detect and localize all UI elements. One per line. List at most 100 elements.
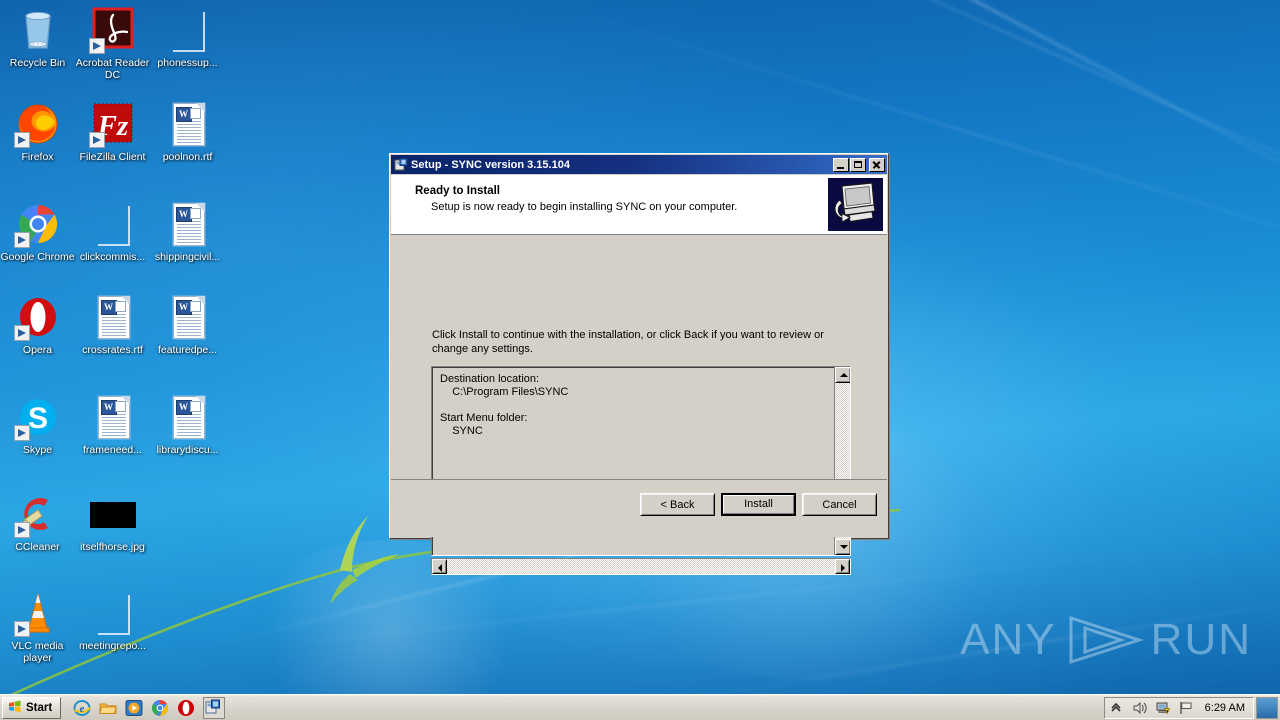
desktop-icon-label: Opera: [22, 344, 53, 356]
flag-icon[interactable]: [1178, 700, 1194, 716]
desktop-icon-glyph: [89, 589, 137, 637]
network-warning-icon[interactable]: [1155, 700, 1171, 716]
scroll-left-button[interactable]: [432, 559, 447, 574]
shortcut-overlay-icon: [13, 425, 30, 441]
word-document-icon: W: [89, 293, 137, 341]
shortcut-overlay-icon: [13, 132, 30, 148]
desktop-icon-label: librarydiscu...: [156, 444, 219, 456]
scroll-down-button[interactable]: [835, 539, 850, 555]
desktop-icon-grid[interactable]: Recycle Bin Acrobat Reader DC phonessup...…: [0, 0, 230, 690]
desktop-icon-glyph: [13, 293, 62, 341]
desktop-icon-label: CCleaner: [15, 541, 60, 553]
desktop-icon-glyph: W: [164, 100, 212, 148]
desktop-icon-acrobat-reader-dc[interactable]: Acrobat Reader DC: [75, 6, 150, 81]
desktop-icon-phonessup[interactable]: phonessup...: [150, 6, 225, 69]
desktop-icon-glyph: [13, 200, 62, 248]
desktop-icon-clickcommis[interactable]: clickcommis...: [75, 200, 150, 263]
desktop-icon-glyph: [13, 490, 62, 538]
desktop-icon-featuredpe[interactable]: Wfeaturedpe...: [150, 293, 225, 356]
cancel-button[interactable]: Cancel: [802, 493, 877, 516]
horizontal-scrollbar[interactable]: [431, 558, 851, 575]
footer-divider: [391, 479, 887, 480]
anyrun-watermark: ANY RUN: [960, 612, 1252, 668]
desktop-icon-label: phonessup...: [157, 57, 218, 69]
start-button-label: Start: [26, 701, 53, 714]
desktop-icon-glyph: W: [89, 293, 137, 341]
desktop-icon-label: clickcommis...: [79, 251, 146, 263]
desktop-icon-label: VLC media player: [11, 640, 64, 664]
install-button-label: Install: [723, 495, 794, 514]
desktop-icon-skype[interactable]: S Skype: [0, 393, 75, 456]
desktop-icon-itselfhorse-jpg[interactable]: itselfhorse.jpg: [75, 490, 150, 553]
scroll-up-button[interactable]: [835, 367, 850, 383]
dialog-instruction-text: Click Install to continue with the insta…: [432, 329, 824, 355]
desktop-icon-poolnon-rtf[interactable]: Wpoolnon.rtf: [150, 100, 225, 163]
word-document-icon: W: [164, 100, 212, 148]
word-document-icon: W: [164, 293, 212, 341]
system-tray[interactable]: 6:29 AM: [1103, 696, 1254, 719]
desktop-icon-filezilla-client[interactable]: Fz FileZilla Client: [75, 100, 150, 163]
scroll-right-button[interactable]: [835, 559, 850, 574]
show-hidden-icons-chevron[interactable]: [1109, 700, 1125, 716]
watermark-text-run: RUN: [1150, 615, 1252, 664]
desktop-icon-ccleaner[interactable]: CCleaner: [0, 490, 75, 553]
dialog-header: Ready to Install Setup is now ready to b…: [391, 175, 887, 235]
desktop-icon-glyph: Fz: [88, 100, 137, 148]
desktop-icon-glyph: [14, 6, 62, 54]
internet-explorer-icon[interactable]: e: [73, 699, 92, 717]
desktop-icon-frameneed[interactable]: Wframeneed...: [75, 393, 150, 456]
shortcut-overlay-icon: [88, 38, 105, 54]
desktop-icon-label: Skype: [22, 444, 53, 456]
monitor-install-icon: [828, 178, 883, 231]
dialog-title-text: Setup - SYNC version 3.15.104: [411, 158, 570, 171]
watermark-text-any: ANY: [960, 615, 1057, 664]
install-button[interactable]: Install: [721, 493, 796, 516]
dialog-header-text: Ready to Install Setup is now ready to b…: [391, 175, 828, 234]
desktop-icon-meetingrepo[interactable]: meetingrepo...: [75, 589, 150, 652]
desktop-icon-label: featuredpe...: [158, 344, 217, 356]
desktop-icon-glyph: S: [13, 393, 62, 441]
shortcut-overlay-icon: [13, 325, 30, 341]
start-button[interactable]: Start: [2, 696, 62, 719]
quick-launch-bar[interactable]: e: [73, 696, 226, 719]
opera-icon[interactable]: [177, 699, 195, 717]
desktop-icon-label: crossrates.rtf: [82, 344, 143, 356]
desktop-icon-crossrates-rtf[interactable]: Wcrossrates.rtf: [75, 293, 150, 356]
shortcut-overlay-icon: [13, 621, 30, 637]
desktop-icon-librarydiscu[interactable]: Wlibrarydiscu...: [150, 393, 225, 456]
desktop-icon-vlc-media-player[interactable]: VLC media player: [0, 589, 75, 664]
setup-sync-task[interactable]: [203, 696, 226, 719]
close-button[interactable]: [869, 157, 885, 172]
svg-text:S: S: [27, 402, 47, 435]
desktop[interactable]: Recycle Bin Acrobat Reader DC phonessup...…: [0, 0, 1280, 720]
show-desktop-button[interactable]: [1256, 696, 1278, 719]
desktop-icon-shippingcivil[interactable]: Wshippingcivil...: [150, 200, 225, 263]
taskbar[interactable]: Start e 6:29 AM: [0, 694, 1280, 720]
google-chrome-icon[interactable]: [151, 699, 169, 717]
volume-speaker-icon[interactable]: [1132, 700, 1148, 716]
desktop-icon-google-chrome[interactable]: Google Chrome: [0, 200, 75, 263]
word-document-icon: W: [164, 393, 212, 441]
taskbar-clock[interactable]: 6:29 AM: [1201, 702, 1249, 714]
desktop-icon-label: frameneed...: [83, 444, 142, 456]
anyrun-play-logo-icon: [1069, 615, 1144, 665]
desktop-icon-label: meetingrepo...: [78, 640, 147, 652]
desktop-icon-opera[interactable]: Opera: [0, 293, 75, 356]
shortcut-overlay-icon: [88, 132, 105, 148]
desktop-icon-label: itselfhorse.jpg: [80, 541, 145, 553]
svg-text:e: e: [80, 703, 85, 715]
windows-explorer-icon[interactable]: [99, 699, 117, 717]
back-button[interactable]: < Back: [640, 493, 715, 516]
setup-sync-dialog[interactable]: Setup - SYNC version 3.15.104 Ready to I…: [389, 153, 889, 575]
minimize-button[interactable]: [833, 157, 849, 172]
maximize-button[interactable]: [850, 157, 866, 172]
desktop-icon-firefox[interactable]: Firefox: [0, 100, 75, 163]
shortcut-overlay-icon: [13, 522, 30, 538]
word-document-icon: W: [164, 200, 212, 248]
media-player-icon[interactable]: [125, 699, 143, 717]
desktop-icon-recycle-bin[interactable]: Recycle Bin: [0, 6, 75, 69]
windows-logo-icon: [7, 699, 22, 717]
dialog-titlebar[interactable]: Setup - SYNC version 3.15.104: [391, 155, 887, 174]
desktop-icon-glyph: W: [164, 293, 212, 341]
desktop-icon-glyph: [13, 100, 62, 148]
